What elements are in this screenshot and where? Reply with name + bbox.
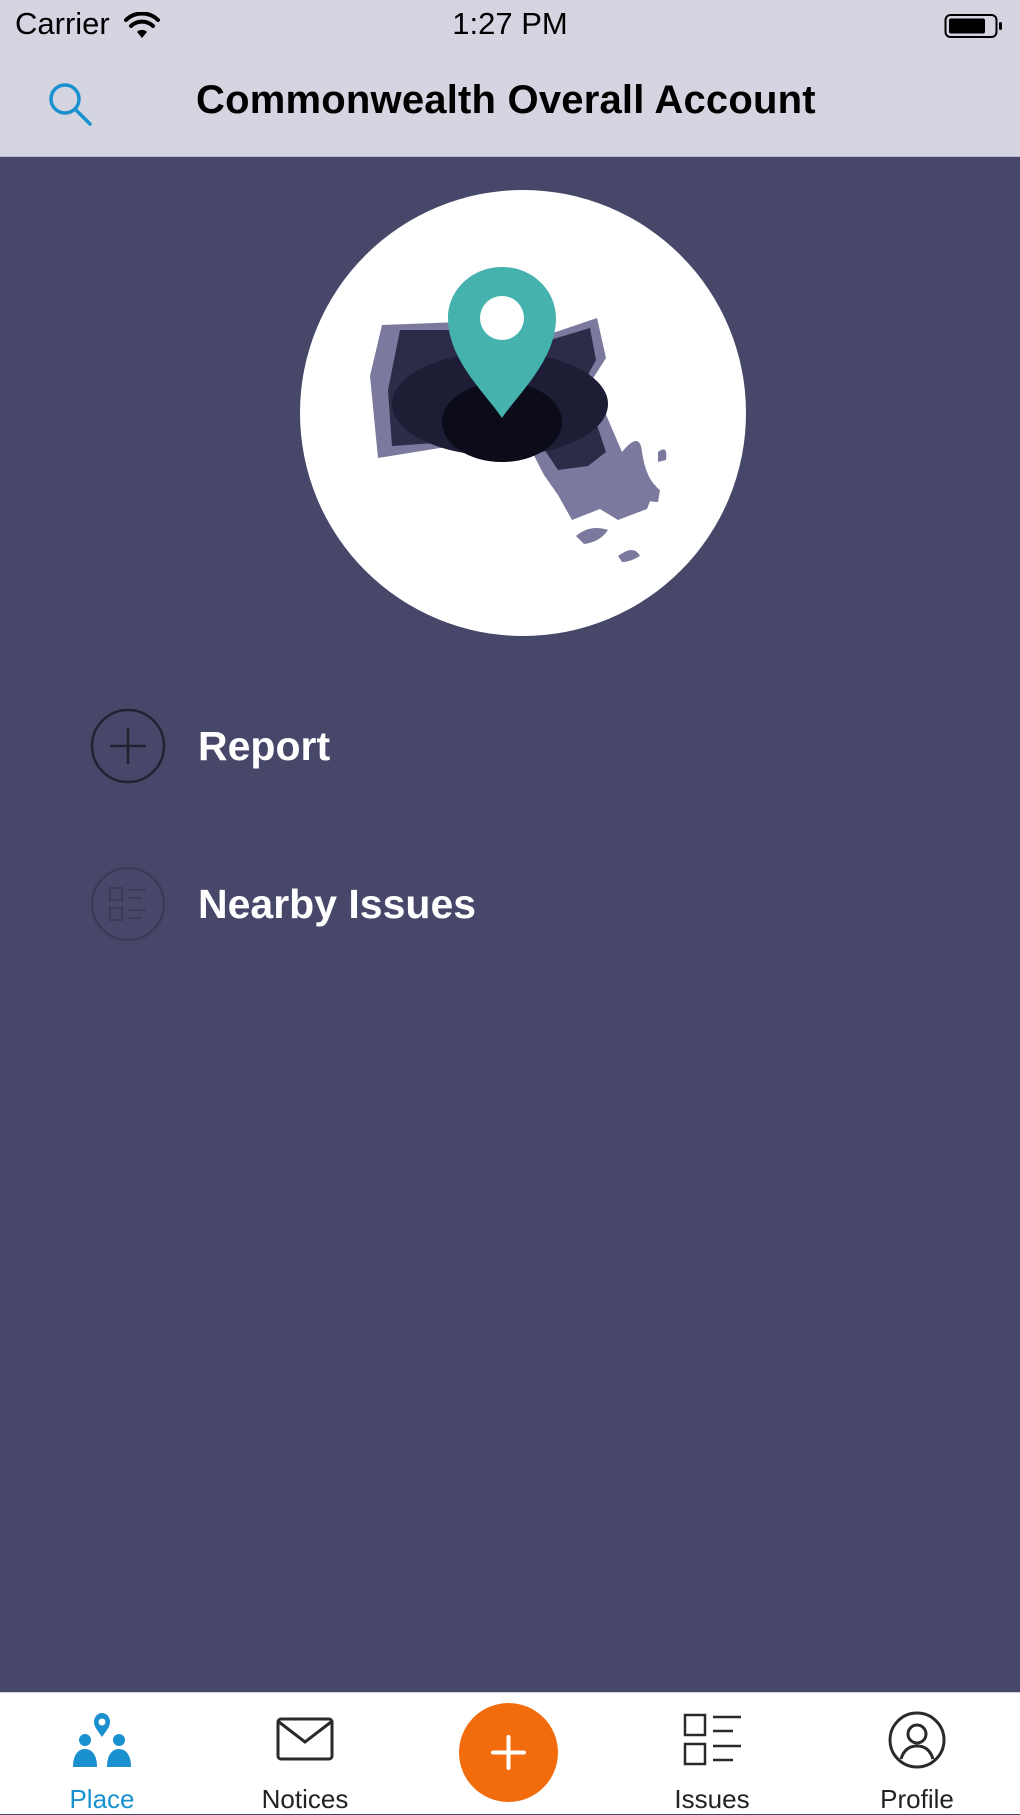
page-title: Commonwealth Overall Account xyxy=(196,78,816,122)
massachusetts-map-pin-icon xyxy=(370,267,667,562)
tab-notices[interactable]: Notices xyxy=(225,1693,385,1814)
user-circle-icon xyxy=(888,1711,946,1769)
add-report-button[interactable] xyxy=(459,1703,558,1802)
place-people-icon xyxy=(73,1713,131,1767)
report-label: Report xyxy=(198,722,331,769)
nav-divider xyxy=(0,156,1020,157)
top-bar: Carrier 1:27 PM Commonwealth Overall Acc… xyxy=(0,0,1020,157)
hero-logo xyxy=(300,190,746,636)
battery-icon xyxy=(944,14,1002,38)
tab-issues[interactable]: Issues xyxy=(632,1693,792,1814)
nearby-issues-label: Nearby Issues xyxy=(198,880,477,927)
nearby-issues-item[interactable]: Nearby Issues xyxy=(90,864,476,944)
checklist-icon xyxy=(683,1713,741,1766)
report-item[interactable]: Report xyxy=(90,706,330,786)
tab-profile[interactable]: Profile xyxy=(837,1693,997,1814)
tab-issues-label: Issues xyxy=(674,1784,750,1814)
tab-profile-label: Profile xyxy=(880,1784,954,1814)
tab-place[interactable]: Place xyxy=(22,1693,182,1814)
tab-notices-label: Notices xyxy=(261,1784,349,1814)
envelope-icon xyxy=(276,1717,334,1761)
status-time: 1:27 PM xyxy=(452,6,568,41)
tab-place-label: Place xyxy=(69,1784,135,1814)
plus-circle-icon xyxy=(90,708,166,784)
search-icon[interactable] xyxy=(44,78,96,130)
plus-icon xyxy=(491,1735,526,1770)
list-circle-icon xyxy=(90,866,166,942)
